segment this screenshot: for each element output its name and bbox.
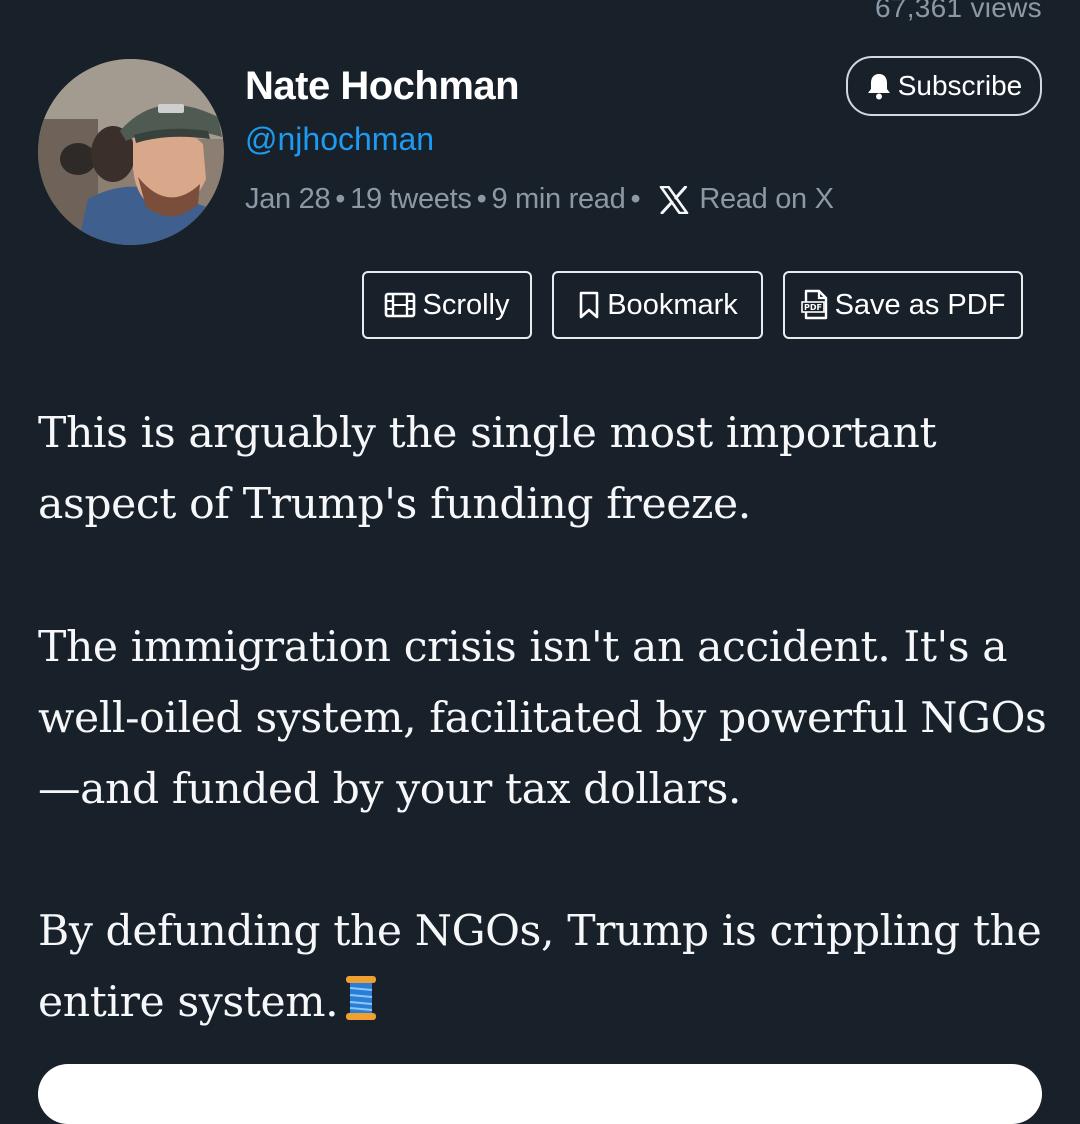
scrolly-button[interactable]: Scrolly [362,271,532,339]
tweet-paragraph: This is arguably the single most importa… [38,409,937,529]
tweet-count: 19 tweets [350,183,472,215]
view-count: 67,361 views [874,0,1042,23]
separator-dot: • [630,183,641,215]
save-as-pdf-button[interactable]: PDF Save as PDF [783,271,1023,339]
author-name[interactable]: Nate Hochman [245,64,520,109]
next-tweet-card[interactable] [38,1064,1042,1124]
bookmark-icon [577,290,601,320]
bookmark-button[interactable]: Bookmark [552,271,763,339]
x-logo-icon[interactable] [659,185,689,214]
pdf-icon: PDF [800,289,829,321]
bell-icon [866,72,892,100]
author-handle[interactable]: @njhochman [245,121,434,158]
avatar[interactable] [38,59,224,245]
subscribe-label: Subscribe [897,70,1023,101]
read-on-x-link[interactable]: Read on X [699,183,834,216]
bookmark-label: Bookmark [607,288,738,321]
save-as-pdf-label: Save as PDF [834,288,1006,321]
read-time: 9 min read [491,183,626,215]
tweet-paragraph-last: By defunding the NGOs, Trump is cripplin… [38,896,1048,1044]
subscribe-button[interactable]: Subscribe [846,56,1042,116]
tweet-paragraph: The immigration crisis isn't an accident… [38,623,1047,814]
spool-of-thread-icon [344,973,378,1044]
thread-meta: Jan 28 • 19 tweets • 9 min read • Read o… [245,183,834,216]
separator-dot: • [476,183,487,215]
scrolly-label: Scrolly [422,288,510,321]
tweet-paragraph-text: By defunding the NGOs, Trump is cripplin… [38,907,1042,1027]
post-date: Jan 28 [245,183,331,215]
svg-text:PDF: PDF [804,303,822,312]
film-icon [384,291,416,319]
separator-dot: • [335,183,346,215]
